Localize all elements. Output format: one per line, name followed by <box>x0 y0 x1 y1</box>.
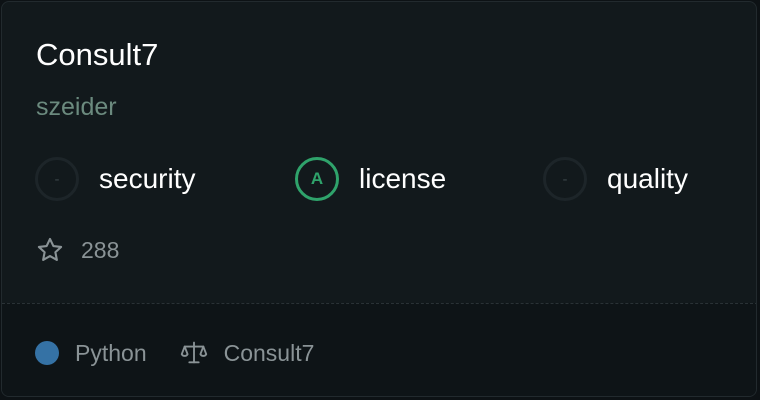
card-footer: Python Consult7 <box>2 303 756 396</box>
footer-meta: Python Consult7 <box>35 338 314 368</box>
security-label: security <box>99 163 196 194</box>
repo-owner[interactable]: szeider <box>36 90 117 124</box>
stars: 288 <box>36 235 119 265</box>
language-color-dot <box>35 341 59 365</box>
license-name: Consult7 <box>223 339 315 366</box>
security-grade-badge: - <box>35 157 79 201</box>
scale-icon <box>180 341 207 364</box>
repo-title[interactable]: Consult7 <box>36 36 158 74</box>
license-label: license <box>359 163 447 194</box>
quality-grade-badge: - <box>543 157 587 201</box>
repo-card[interactable]: Consult7 szeider - security A license - … <box>1 1 757 397</box>
license-grade-badge: A <box>295 157 339 201</box>
score-license: A license <box>295 155 446 203</box>
star-icon <box>37 237 63 261</box>
score-quality: - quality <box>543 155 688 203</box>
score-security: - security <box>35 155 195 203</box>
language-label: Python <box>75 339 147 366</box>
quality-label: quality <box>607 163 688 194</box>
score-row: - security A license - quality <box>35 155 735 203</box>
star-count: 288 <box>81 236 120 263</box>
